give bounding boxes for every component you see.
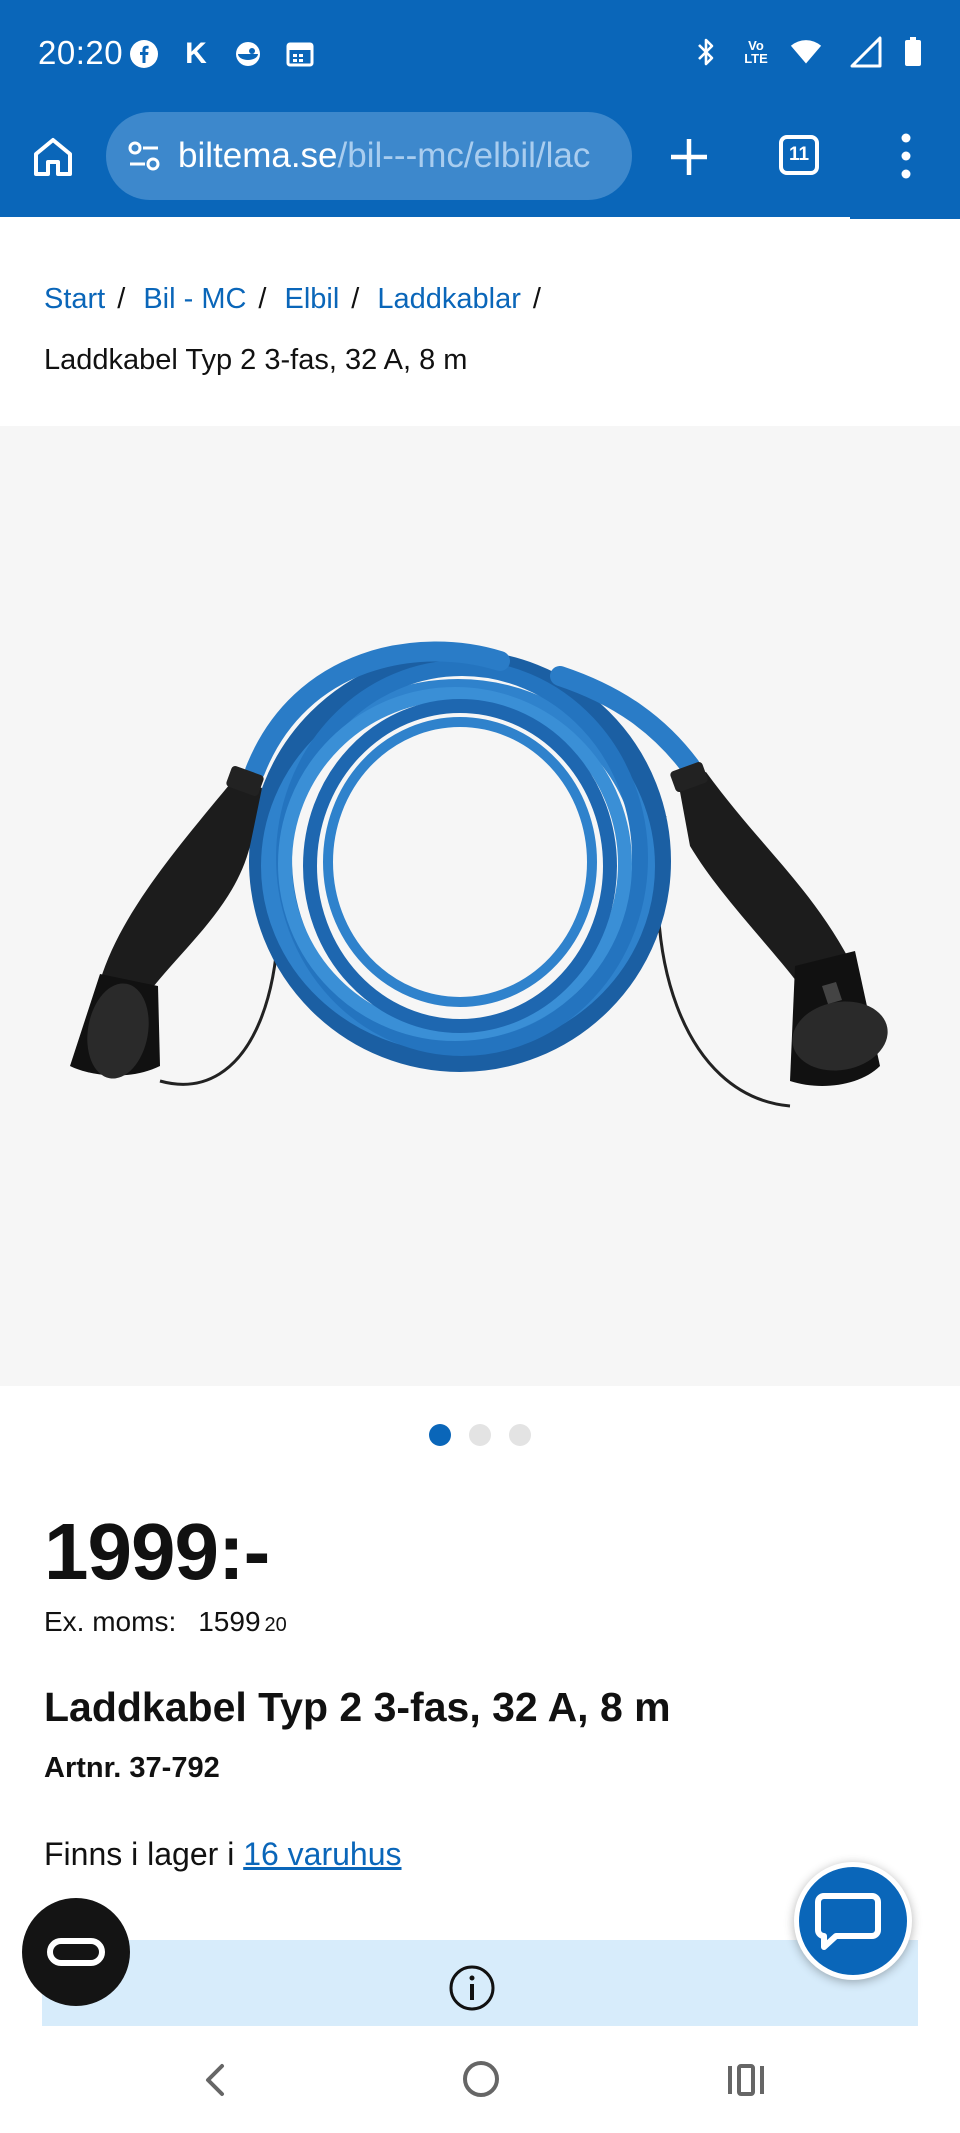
stock-prefix: Finns i lager i	[44, 1836, 244, 1872]
breadcrumb-separator: /	[532, 283, 541, 315]
page-load-progress	[850, 216, 960, 219]
k-app-icon: K	[185, 37, 207, 70]
recents-icon	[728, 2064, 764, 2096]
tab-switcher-button[interactable]: 11	[779, 135, 819, 175]
plus-icon	[671, 139, 707, 175]
breadcrumb-start[interactable]: Start	[44, 283, 105, 316]
more-vertical-icon	[901, 133, 911, 179]
url-path: /bil---mc/elbil/lac	[337, 136, 591, 175]
carousel-dot-3[interactable]	[509, 1424, 531, 1446]
breadcrumb-bil-mc[interactable]: Bil - MC	[143, 283, 246, 316]
ex-vat-amount: 1599	[198, 1606, 261, 1637]
chat-icon	[815, 1893, 881, 1950]
volte-icon: Vo LTE	[744, 38, 768, 66]
back-chevron-icon	[206, 2064, 224, 2096]
nav-home-button[interactable]	[460, 2058, 502, 2100]
site-settings-icon[interactable]	[126, 138, 162, 174]
status-system-icons: Vo LTE	[690, 36, 924, 68]
browser-toolbar: biltema.se/bil---mc/elbil/lac 11	[0, 108, 960, 220]
wifi-icon	[790, 36, 822, 68]
browser-menu-button[interactable]	[888, 130, 924, 182]
cobrowse-button[interactable]	[22, 1898, 130, 2006]
home-icon	[34, 138, 72, 176]
product-price: 1999:-	[44, 1507, 270, 1596]
nav-recents-button[interactable]	[724, 2060, 768, 2100]
battery-icon	[902, 36, 924, 68]
circle-icon	[463, 2061, 499, 2097]
info-icon	[449, 1965, 495, 2011]
product-title: Laddkabel Typ 2 3-fas, 32 A, 8 m	[44, 1684, 671, 1730]
status-bar: 20:20 K Vo LTE	[0, 0, 960, 108]
breadcrumb-laddkablar[interactable]: Laddkablar	[377, 283, 521, 316]
address-bar[interactable]: biltema.se/bil---mc/elbil/lac	[106, 112, 632, 200]
breadcrumb-elbil[interactable]: Elbil	[284, 283, 339, 316]
status-notification-icons: K	[128, 37, 316, 70]
carousel-dots	[0, 1424, 960, 1446]
link-icon	[47, 1938, 105, 1966]
status-time: 20:20	[38, 34, 124, 71]
browser-home-button[interactable]	[30, 134, 76, 180]
article-number: Artnr. 37-792	[44, 1752, 220, 1784]
bluetooth-icon	[690, 36, 722, 68]
carousel-dot-1[interactable]	[429, 1424, 451, 1446]
nav-back-button[interactable]	[196, 2060, 236, 2100]
breadcrumb-separator: /	[258, 283, 267, 315]
breadcrumb-current: Laddkabel Typ 2 3-fas, 32 A, 8 m	[44, 344, 468, 376]
price-ex-vat: Ex. moms: 1599 20	[44, 1606, 287, 1638]
breadcrumb-separator: /	[117, 283, 126, 315]
5g-signal-icon	[840, 36, 884, 68]
ex-vat-cents: 20	[264, 1614, 287, 1636]
system-navigation-bar	[0, 2026, 960, 2133]
new-tab-button[interactable]	[664, 132, 714, 182]
chat-button[interactable]	[794, 1862, 912, 1980]
circle-half-icon	[232, 38, 264, 70]
url-domain: biltema.se	[178, 136, 338, 175]
carousel-dot-2[interactable]	[469, 1424, 491, 1446]
stock-status: Finns i lager i 16 varuhus	[44, 1836, 402, 1873]
calendar-icon	[284, 38, 316, 70]
url-text: biltema.se/bil---mc/elbil/lac	[178, 136, 590, 176]
breadcrumb-separator: /	[351, 283, 360, 315]
facebook-icon	[128, 38, 160, 70]
breadcrumb: Start / Bil - MC / Elbil / Laddkablar /	[44, 283, 559, 316]
ex-vat-label: Ex. moms:	[44, 1606, 177, 1637]
store-availability-link[interactable]: 16 varuhus	[243, 1836, 401, 1872]
charging-cable-image	[70, 641, 888, 1108]
info-banner[interactable]	[42, 1940, 918, 2026]
product-image-carousel[interactable]	[0, 426, 960, 1386]
